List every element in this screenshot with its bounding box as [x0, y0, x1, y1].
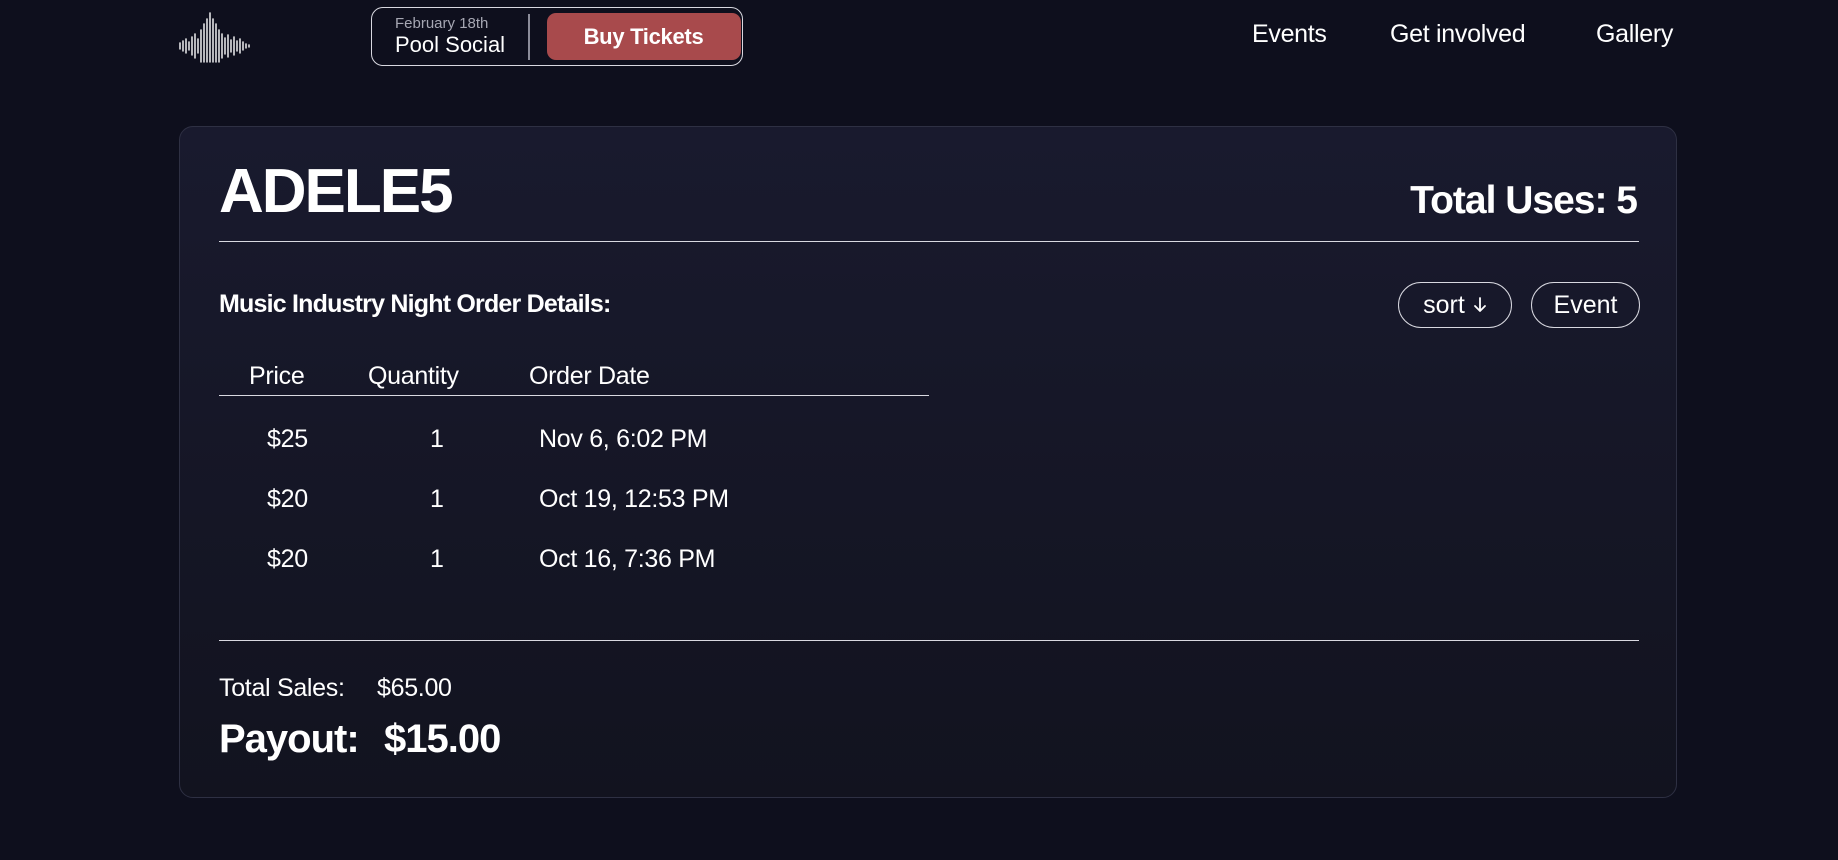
cell-price: $25 [267, 425, 308, 453]
payout-value: $15.00 [384, 717, 501, 761]
cell-quantity: 1 [430, 425, 444, 453]
divider [219, 241, 1639, 242]
promo-divider [528, 13, 530, 60]
orders-table: Price Quantity Order Date $25 1 Nov 6, 6… [219, 359, 929, 597]
nav-link-events[interactable]: Events [1252, 20, 1327, 49]
promo-code-card: ADELE5 Total Uses: 5 Music Industry Nigh… [179, 126, 1677, 798]
promo-code-title: ADELE5 [219, 157, 454, 226]
promo-event-name: Pool Social [395, 32, 506, 57]
cell-price: $20 [267, 545, 308, 573]
nav-link-gallery[interactable]: Gallery [1596, 20, 1673, 49]
promo-text: February 18th Pool Social [372, 15, 525, 58]
cell-order-date: Oct 19, 12:53 PM [539, 485, 729, 513]
payout-label: Payout: [219, 717, 360, 761]
arrow-down-icon [1473, 297, 1486, 312]
soundwave-logo-icon[interactable] [178, 10, 252, 64]
table-header: Price Quantity Order Date [219, 359, 929, 396]
event-promo-banner: February 18th Pool Social Buy Tickets [371, 7, 743, 66]
cell-order-date: Nov 6, 6:02 PM [539, 425, 708, 453]
site-header: February 18th Pool Social Buy Tickets Ev… [0, 0, 1838, 80]
order-details-heading: Music Industry Night Order Details: [219, 290, 611, 318]
cell-quantity: 1 [430, 545, 444, 573]
sort-label: sort [1423, 290, 1465, 319]
total-sales-value: $65.00 [377, 674, 452, 702]
buy-tickets-button[interactable]: Buy Tickets [546, 13, 741, 60]
sort-button[interactable]: sort [1398, 282, 1512, 328]
table-body: $25 1 Nov 6, 6:02 PM $20 1 Oct 19, 12:53… [219, 417, 929, 597]
table-row: $25 1 Nov 6, 6:02 PM [219, 417, 929, 477]
column-header-price[interactable]: Price [249, 362, 305, 391]
table-row: $20 1 Oct 16, 7:36 PM [219, 537, 929, 597]
table-row: $20 1 Oct 19, 12:53 PM [219, 477, 929, 537]
nav-link-get-involved[interactable]: Get involved [1390, 20, 1526, 49]
column-header-quantity[interactable]: Quantity [368, 362, 459, 391]
promo-date: February 18th [395, 15, 489, 32]
divider [219, 640, 1639, 641]
column-header-order-date[interactable]: Order Date [529, 362, 650, 391]
cell-price: $20 [267, 485, 308, 513]
event-filter-button[interactable]: Event [1531, 282, 1640, 328]
total-uses: Total Uses: 5 [1410, 179, 1638, 222]
cell-order-date: Oct 16, 7:36 PM [539, 545, 716, 573]
cell-quantity: 1 [430, 485, 444, 513]
total-sales-label: Total Sales: [219, 674, 345, 702]
